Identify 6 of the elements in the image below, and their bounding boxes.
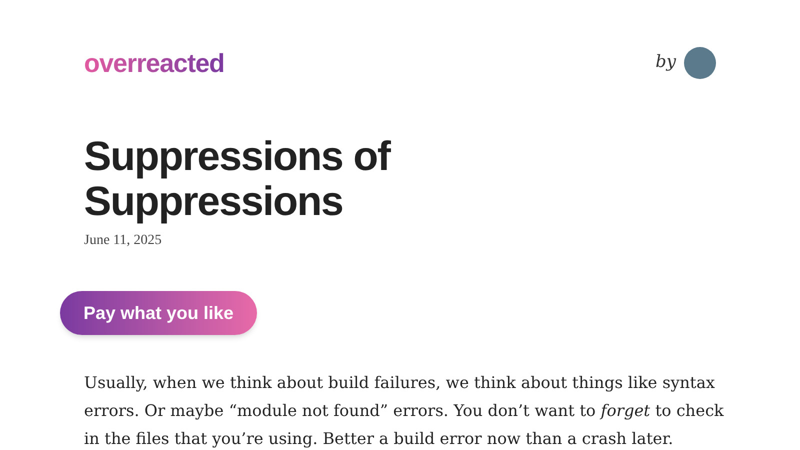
byline: by — [656, 51, 676, 74]
paragraph: Usually, when we think about build failures, we think about things like syntax errors. Or maybe “module not found” errors. You don’t want to forget to check in the files that you’re using. Better a build error now than a crash later. — [84, 372, 724, 450]
post-date: June 11, 2025 — [84, 232, 163, 250]
post-title: Suppressions of Suppressions — [84, 134, 392, 224]
pay-button[interactable]: Pay what you like — [60, 291, 257, 335]
avatar[interactable] — [684, 47, 716, 79]
